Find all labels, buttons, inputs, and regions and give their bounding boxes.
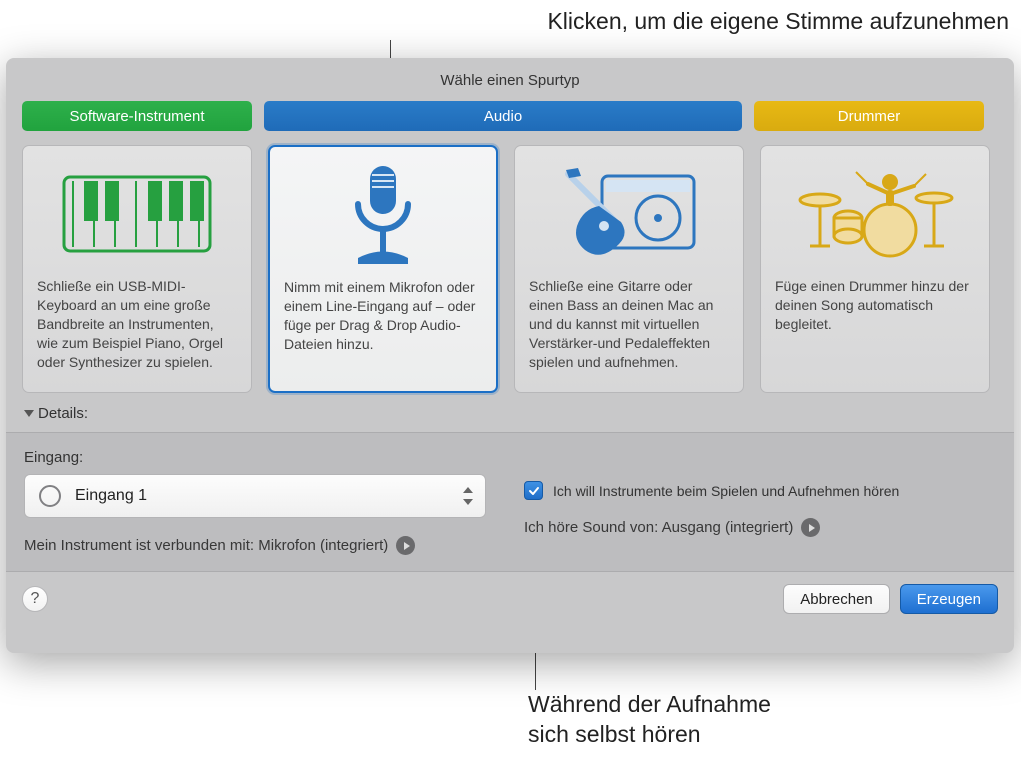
details-label: Details: xyxy=(38,405,88,422)
card-drummer[interactable]: Füge einen Drummer hinzu der deinen Song… xyxy=(760,145,990,393)
create-button[interactable]: Erzeugen xyxy=(900,584,998,614)
card-audio-guitar[interactable]: Schließe eine Gitarre oder einen Bass an… xyxy=(514,145,744,393)
details-disclosure[interactable]: Details: xyxy=(6,401,1014,426)
input-connected-text: Mein Instrument ist verbunden mit: Mikro… xyxy=(24,537,388,554)
tab-drummer[interactable]: Drummer xyxy=(754,101,984,131)
card-software-instrument[interactable]: Schließe ein USB-MIDI-Keyboard an um ein… xyxy=(22,145,252,393)
card-drummer-desc: Füge einen Drummer hinzu der deinen Song… xyxy=(775,277,975,334)
card-audio-microphone[interactable]: Nimm mit einem Mikrofon oder einem Line-… xyxy=(268,145,498,393)
output-connected-text: Ich höre Sound von: Ausgang (integriert) xyxy=(524,519,793,536)
piano-keys-icon xyxy=(37,156,237,271)
drummer-icon xyxy=(775,156,975,271)
details-panel: Eingang: Eingang 1 Mein Instrument ist v… xyxy=(6,432,1014,572)
monitor-checkbox[interactable] xyxy=(524,481,543,500)
callout-bottom-text: Während der Aufnahme sich selbst hören xyxy=(528,690,771,750)
guitar-amp-icon xyxy=(529,156,729,271)
dialog-footer: ? Abbrechen Erzeugen xyxy=(6,572,1014,626)
checkmark-icon xyxy=(528,485,540,497)
monitor-checkbox-label: Ich will Instrumente beim Spielen und Au… xyxy=(553,483,899,499)
track-type-dialog: Wähle einen Spurtyp Software-Instrument … xyxy=(6,58,1014,653)
card-software-desc: Schließe ein USB-MIDI-Keyboard an um ein… xyxy=(37,277,237,371)
card-audio-guitar-desc: Schließe eine Gitarre oder einen Bass an… xyxy=(529,277,729,371)
cancel-button[interactable]: Abbrechen xyxy=(783,584,890,614)
arrow-circle-icon[interactable] xyxy=(396,536,415,555)
input-label: Eingang: xyxy=(24,449,494,466)
tab-software-instrument[interactable]: Software-Instrument xyxy=(22,101,252,131)
arrow-circle-icon[interactable] xyxy=(801,518,820,537)
input-channel-icon xyxy=(39,485,61,507)
callout-top-text: Klicken, um die eigene Stimme aufzunehme… xyxy=(547,8,1009,35)
select-arrows-icon xyxy=(461,485,475,507)
input-select-value: Eingang 1 xyxy=(75,487,447,505)
dialog-title: Wähle einen Spurtyp xyxy=(6,58,1014,101)
input-select[interactable]: Eingang 1 xyxy=(24,474,486,518)
disclosure-triangle-down-icon xyxy=(24,410,34,417)
tab-bar: Software-Instrument Audio Drummer xyxy=(6,101,1014,131)
microphone-icon xyxy=(284,157,482,272)
help-button[interactable]: ? xyxy=(22,586,48,612)
card-audio-mic-desc: Nimm mit einem Mikrofon oder einem Line-… xyxy=(284,278,482,354)
cards-row: Schließe ein USB-MIDI-Keyboard an um ein… xyxy=(6,131,1014,401)
tab-audio[interactable]: Audio xyxy=(264,101,742,131)
